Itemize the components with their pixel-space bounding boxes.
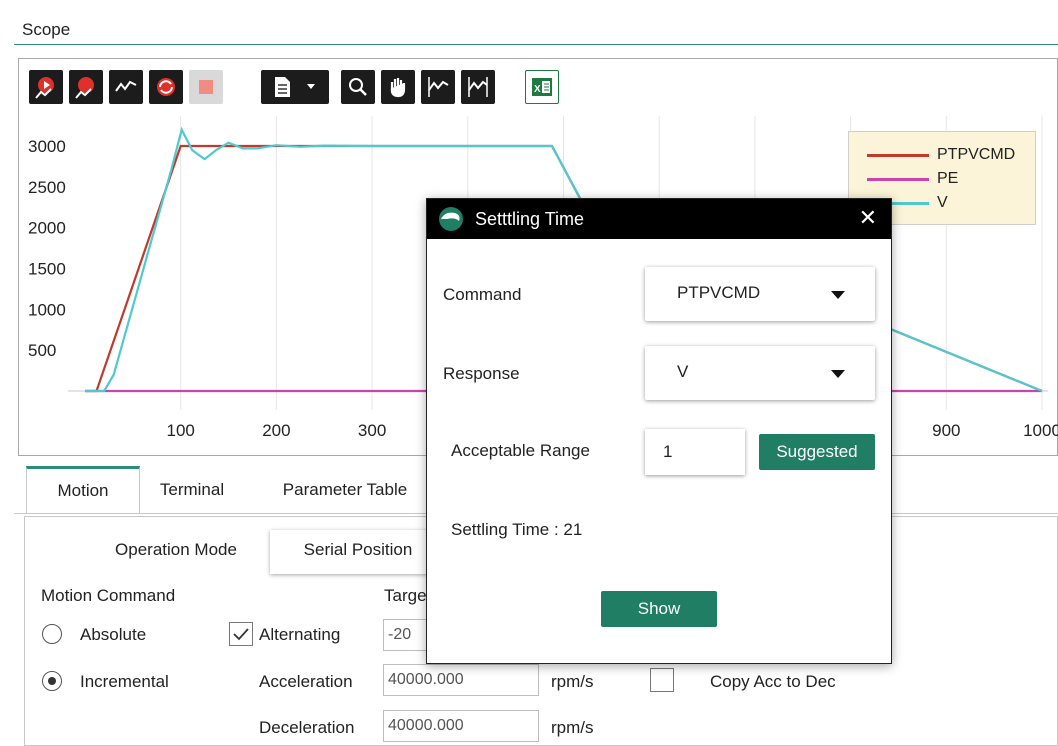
- signal-icon[interactable]: [109, 70, 143, 104]
- response-label: Response: [443, 364, 520, 383]
- legend-item: PTPVCMD: [867, 144, 1015, 166]
- chevron-down-icon: [831, 370, 845, 378]
- stop-icon[interactable]: [189, 70, 223, 104]
- y-tick-label: 3000: [28, 137, 66, 156]
- split-wave-icon[interactable]: [461, 70, 495, 104]
- absolute-label: Absolute: [80, 625, 147, 644]
- target-label: Targe: [384, 586, 427, 605]
- record-stop-icon[interactable]: [69, 70, 103, 104]
- command-select[interactable]: PTPVCMD: [645, 267, 875, 321]
- svg-text:X: X: [534, 84, 541, 95]
- copy-acc-checkbox[interactable]: [650, 668, 674, 692]
- tab-operation-mode[interactable]: Operation Mode: [96, 530, 256, 574]
- tab-terminal[interactable]: Terminal: [144, 466, 240, 514]
- legend-label: PE: [937, 170, 959, 187]
- acceptable-range-input[interactable]: 1: [645, 429, 745, 475]
- motion-command-label: Motion Command: [41, 586, 176, 605]
- x-tick-label: 1000: [1023, 421, 1058, 440]
- zoom-icon[interactable]: [341, 70, 375, 104]
- cursor-wave-icon[interactable]: [421, 70, 455, 104]
- show-button[interactable]: Show: [601, 591, 717, 627]
- document-menu-icon[interactable]: [261, 70, 329, 104]
- command-label: Command: [443, 285, 522, 304]
- check-icon: [233, 628, 249, 641]
- y-tick-label: 1500: [28, 260, 66, 279]
- response-select[interactable]: V: [645, 346, 875, 400]
- y-tick-label: 500: [28, 341, 56, 360]
- incremental-label: Incremental: [80, 672, 169, 691]
- tab-motion[interactable]: Motion: [26, 466, 140, 514]
- response-value: V: [677, 362, 689, 381]
- legend-swatch: [867, 177, 929, 181]
- dialog-title: Setttling Time: [475, 209, 585, 229]
- legend-swatch: [867, 153, 929, 157]
- alternating-label: Alternating: [259, 625, 341, 644]
- excel-export-icon[interactable]: X: [525, 70, 559, 104]
- legend-item: PE: [867, 168, 958, 190]
- scope-title: Scope: [22, 20, 71, 39]
- x-tick-label: 900: [932, 421, 960, 440]
- x-tick-label: 200: [262, 421, 290, 440]
- copy-acc-label: Copy Acc to Dec: [710, 672, 836, 691]
- acceleration-unit: rpm/s: [551, 672, 594, 691]
- record-start-icon[interactable]: [29, 70, 63, 104]
- alternating-checkbox[interactable]: [229, 622, 253, 646]
- suggested-button[interactable]: Suggested: [759, 434, 875, 470]
- dialog-titlebar: Setttling Time ✕: [427, 199, 891, 239]
- acceptable-range-label: Acceptable Range: [451, 441, 590, 460]
- acceleration-label: Acceleration: [259, 672, 353, 691]
- chevron-down-icon: [831, 291, 845, 299]
- scope-divider: [14, 44, 1058, 45]
- deceleration-label: Deceleration: [259, 718, 355, 737]
- y-tick-label: 1000: [28, 300, 66, 319]
- command-value: PTPVCMD: [677, 283, 761, 302]
- acceleration-input[interactable]: 40000.000: [383, 664, 539, 696]
- deceleration-unit: rpm/s: [551, 718, 594, 737]
- tab-serial-position[interactable]: Serial Position: [270, 530, 446, 574]
- app-logo-icon: [439, 207, 463, 231]
- legend-label: V: [937, 194, 948, 211]
- x-tick-label: 100: [167, 421, 195, 440]
- settling-time-dialog: Setttling Time ✕ Command PTPVCMD Respons…: [426, 198, 892, 664]
- x-tick-label: 300: [358, 421, 386, 440]
- auto-refresh-icon[interactable]: [149, 70, 183, 104]
- deceleration-input[interactable]: 40000.000: [383, 710, 539, 742]
- legend-label: PTPVCMD: [937, 146, 1016, 163]
- settling-time-result: Settling Time : 21: [451, 520, 583, 539]
- absolute-radio[interactable]: [42, 624, 62, 644]
- tab-parameter-table[interactable]: Parameter Table: [272, 466, 418, 514]
- y-tick-label: 2500: [28, 178, 66, 197]
- pan-hand-icon[interactable]: [381, 70, 415, 104]
- incremental-radio[interactable]: [42, 671, 62, 691]
- close-icon[interactable]: ✕: [859, 205, 877, 231]
- y-tick-label: 2000: [28, 219, 66, 238]
